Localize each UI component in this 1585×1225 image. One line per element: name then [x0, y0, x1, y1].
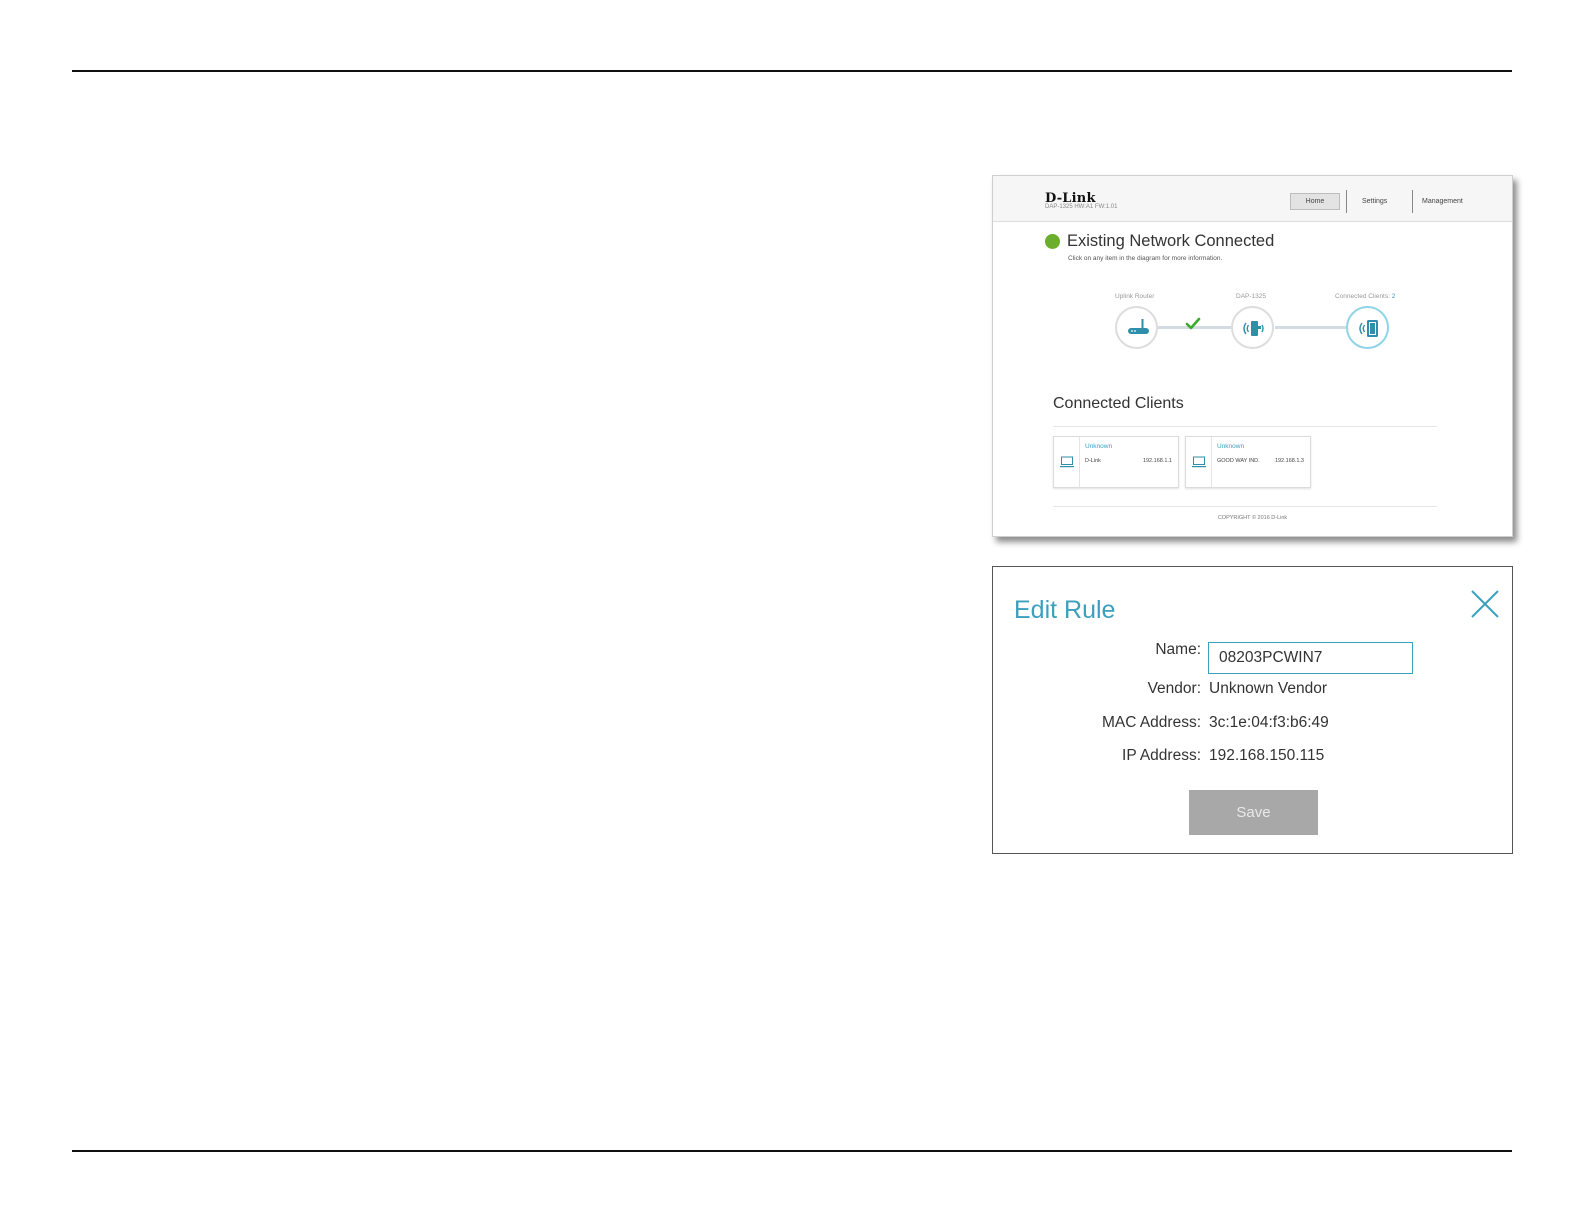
footer-divider — [1053, 506, 1437, 507]
ip-address-label: IP Address: — [1122, 747, 1201, 764]
router-home-screenshot: D-Link DAP-1325 HW:A1 FW:1.01 Home Setti… — [992, 175, 1513, 537]
connection-status-hint: Click on any item in the diagram for mor… — [1068, 255, 1223, 262]
client-type: Unknown — [1217, 443, 1245, 450]
name-input[interactable] — [1208, 642, 1413, 674]
connected-check-icon — [1185, 317, 1201, 330]
firmware-info: DAP-1325 HW:A1 FW:1.01 — [1045, 204, 1118, 210]
mac-address-value: 3c:1e:04:f3:b6:49 — [1209, 714, 1329, 731]
clients-connection-line — [1275, 326, 1349, 329]
laptop-icon — [1192, 456, 1206, 468]
connected-clients-label-text: Connected Clients: — [1335, 293, 1390, 300]
copyright-text: COPYRIGHT © 2016 D-Link — [1217, 515, 1288, 521]
dialog-title: Edit Rule — [1014, 596, 1116, 624]
client-card-icon-area — [1054, 437, 1080, 487]
nav-management-tab[interactable]: Management — [1422, 198, 1463, 205]
client-card-icon-area — [1186, 437, 1212, 487]
uplink-router-label: Uplink Router — [1115, 293, 1155, 300]
top-navigation-bar: D-Link DAP-1325 HW:A1 FW:1.01 Home Setti… — [993, 176, 1512, 222]
nav-separator — [1412, 190, 1413, 213]
status-indicator-dot — [1045, 234, 1060, 249]
name-label: Name: — [1155, 641, 1201, 658]
clients-device-icon — [1359, 320, 1378, 337]
connected-clients-heading: Connected Clients — [1053, 395, 1184, 412]
extender-icon — [1243, 321, 1264, 336]
client-name: D-Link — [1085, 458, 1101, 464]
section-divider — [1053, 426, 1437, 427]
vendor-label: Vendor: — [1147, 680, 1201, 697]
save-button[interactable]: Save — [1189, 790, 1318, 835]
client-ip: 192.168.1.1 — [1142, 458, 1172, 464]
client-card[interactable]: Unknown D-Link 192.168.1.1 — [1053, 436, 1179, 488]
laptop-icon — [1060, 456, 1074, 468]
nav-separator — [1346, 190, 1347, 213]
connected-clients-node[interactable] — [1346, 306, 1389, 349]
ip-address-value: 192.168.150.115 — [1209, 747, 1325, 764]
client-card[interactable]: Unknown GOOD WAY IND. 192.168.1.3 — [1185, 436, 1311, 488]
client-name: GOOD WAY IND. — [1217, 458, 1260, 464]
client-ip: 192.168.1.3 — [1274, 458, 1304, 464]
close-icon[interactable] — [1469, 588, 1501, 620]
mac-address-label: MAC Address: — [1101, 714, 1201, 731]
top-divider — [72, 70, 1512, 72]
extender-device-node[interactable] — [1231, 306, 1274, 349]
bottom-divider — [72, 1150, 1512, 1152]
router-icon — [1128, 319, 1149, 334]
uplink-router-node[interactable] — [1115, 306, 1158, 349]
device-label: DAP-1325 — [1236, 293, 1266, 300]
vendor-value: Unknown Vendor — [1209, 680, 1328, 697]
edit-rule-dialog: Edit Rule Name: Vendor: Unknown Vendor M… — [992, 566, 1513, 854]
nav-home-tab[interactable]: Home — [1290, 193, 1340, 210]
connected-clients-label: Connected Clients: 2 — [1335, 293, 1395, 300]
client-type: Unknown — [1085, 443, 1113, 450]
nav-settings-tab[interactable]: Settings — [1362, 198, 1387, 205]
connected-clients-count: 2 — [1391, 293, 1396, 300]
connection-status-title: Existing Network Connected — [1067, 232, 1275, 250]
